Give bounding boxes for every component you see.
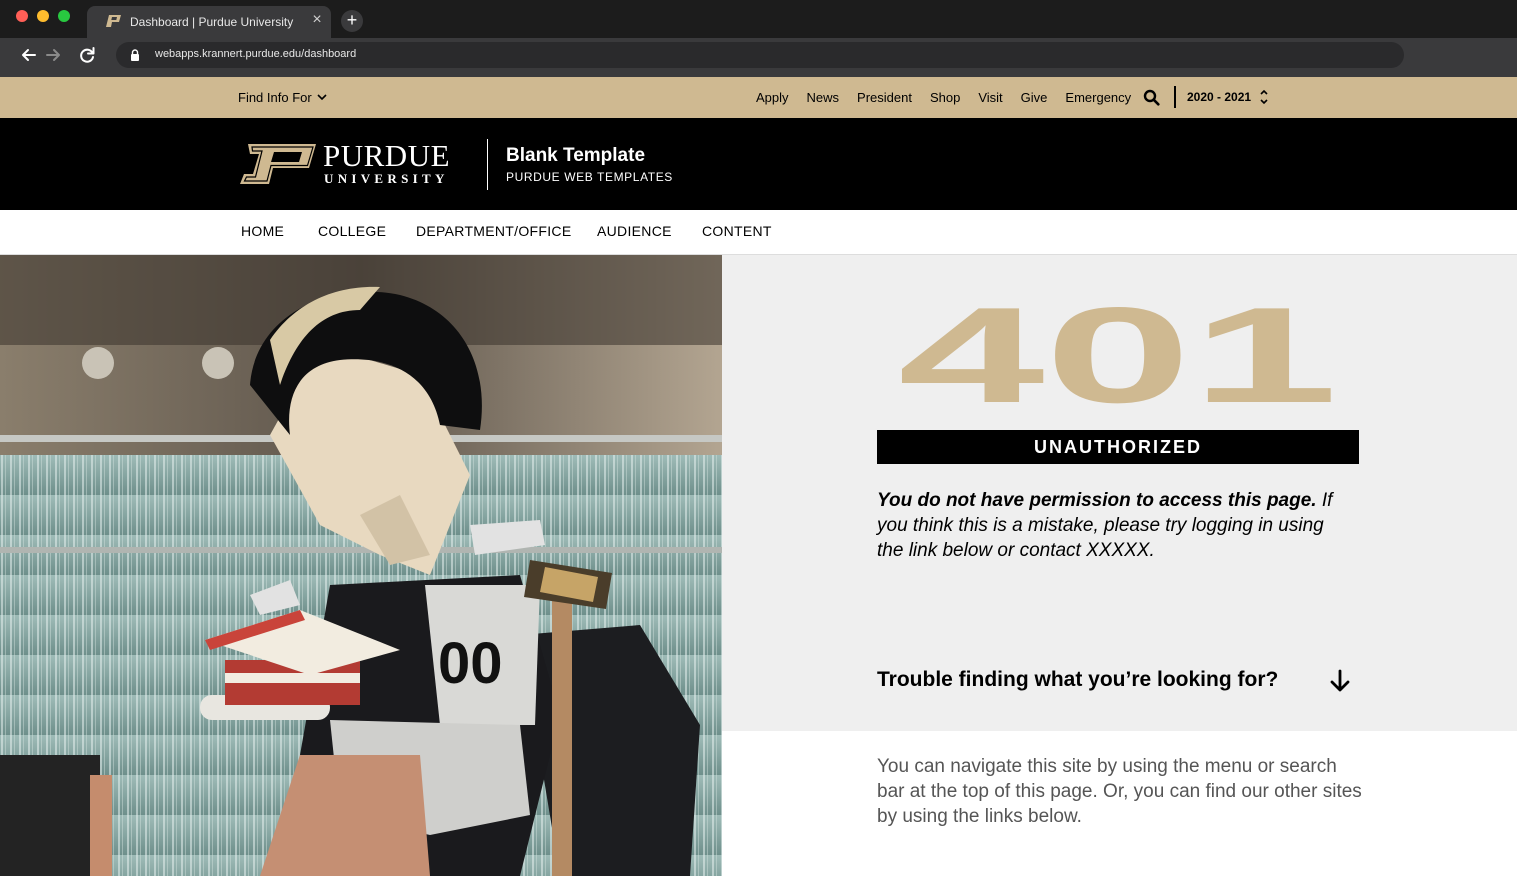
find-info-label: Find Info For [238,90,312,105]
error-code: 401 [898,298,1338,418]
forward-icon[interactable] [42,44,64,66]
header-divider [487,139,488,190]
utility-link-apply[interactable]: Apply [756,90,789,105]
minimize-window-button[interactable] [37,10,49,22]
nav-item-audience[interactable]: AUDIENCE [597,223,672,239]
up-down-chevron-icon[interactable] [1259,88,1269,106]
utility-links: Apply News President Shop Visit Give Eme… [756,90,1131,105]
nav-item-department-office[interactable]: DEPARTMENT/OFFICE [416,223,571,239]
error-code-text: 401 [898,298,1338,418]
browser-chrome: Dashboard | Purdue University × + webapp… [0,0,1517,77]
url-text: webapps.krannert.purdue.edu/dashboard [155,48,357,60]
nav-item-home[interactable]: HOME [241,223,284,239]
purdue-p-logo-icon[interactable] [240,144,316,184]
help-text: You can navigate this site by using the … [877,756,1362,827]
reload-icon[interactable] [76,44,98,66]
utility-link-give[interactable]: Give [1021,90,1048,105]
plus-icon[interactable]: + [341,10,363,32]
arrow-down-icon[interactable] [1329,669,1351,693]
nav-item-content[interactable]: CONTENT [702,223,772,239]
close-icon[interactable]: × [309,12,325,28]
wordmark-purdue: PURDUE [323,138,451,173]
error-message-bold: You do not have permission to access thi… [877,490,1317,511]
utility-link-emergency[interactable]: Emergency [1065,90,1131,105]
utility-link-president[interactable]: President [857,90,912,105]
nav-item-college[interactable]: COLLEGE [318,223,386,239]
utility-divider [1174,86,1176,108]
search-icon[interactable] [1143,89,1160,106]
utility-link-visit[interactable]: Visit [978,90,1002,105]
utility-bar: Find Info For Apply News President Shop … [0,77,1517,118]
site-subtitle: PURDUE WEB TEMPLATES [506,170,673,184]
purdue-favicon-icon [106,15,121,27]
browser-tab[interactable]: Dashboard | Purdue University × [87,6,331,38]
tab-strip: Dashboard | Purdue University × + [0,0,1517,38]
chevron-down-icon [317,94,327,101]
lock-icon [131,49,139,61]
unauthorized-label: UNAUTHORIZED [877,430,1359,464]
svg-text:00: 00 [438,631,503,696]
close-window-button[interactable] [16,10,28,22]
utility-link-shop[interactable]: Shop [930,90,960,105]
hero-photo: 00 [0,255,722,876]
maximize-window-button[interactable] [58,10,70,22]
browser-toolbar: webapps.krannert.purdue.edu/dashboard [0,38,1517,77]
error-message: You do not have permission to access thi… [877,488,1347,563]
year-selector[interactable]: 2020 - 2021 [1187,90,1251,104]
find-info-dropdown[interactable]: Find Info For [238,90,327,105]
utility-link-news[interactable]: News [807,90,840,105]
site-title[interactable]: Blank Template [506,145,645,167]
site-header: PURDUE UNIVERSITY Blank Template PURDUE … [0,118,1517,210]
main-nav: HOME COLLEGE DEPARTMENT/OFFICE AUDIENCE … [0,210,1517,255]
tab-title: Dashboard | Purdue University [130,15,294,29]
wordmark-university: UNIVERSITY [324,171,449,186]
address-bar[interactable]: webapps.krannert.purdue.edu/dashboard [116,42,1404,68]
purdue-pete-photo: 00 [0,255,722,876]
back-icon[interactable] [18,44,40,66]
trouble-heading[interactable]: Trouble finding what you’re looking for? [877,668,1278,692]
